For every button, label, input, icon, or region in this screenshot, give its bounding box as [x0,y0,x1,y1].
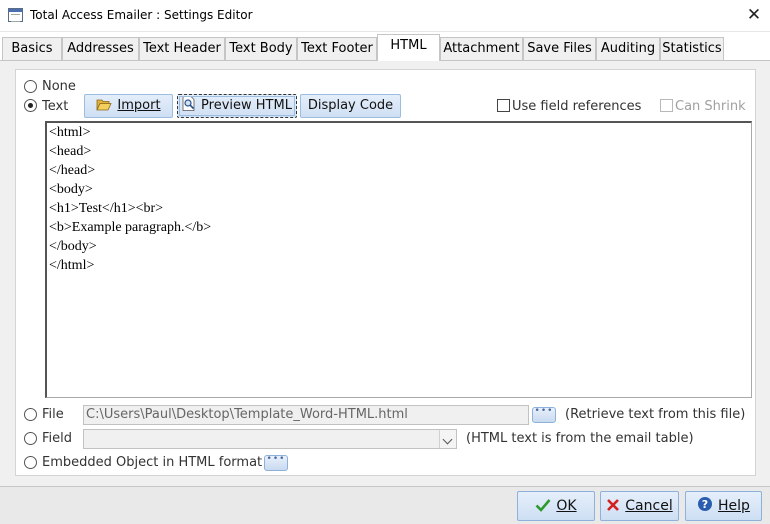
tab-html[interactable]: HTML [377,34,440,61]
tab-save-files[interactable]: Save Files [523,37,596,60]
code-line: <b>Example paragraph.</b> [49,220,212,235]
tab-addresses[interactable]: Addresses [62,37,139,60]
x-cancel-icon [607,499,620,511]
embedded-object-radio[interactable] [24,456,37,469]
code-line: </html> [49,258,95,273]
field-hint: (HTML text is from the email table) [466,431,694,446]
chevron-down-icon [439,430,456,448]
ok-label: OK [556,498,577,514]
help-label: Help [718,498,750,514]
close-icon[interactable]: ✕ [744,4,764,26]
field-radio[interactable] [24,432,37,445]
code-line: </body> [49,239,97,254]
use-field-references-label: Use field references [512,99,642,114]
browse-file-button[interactable] [532,406,556,423]
title-bar: Total Access Emailer : Settings Editor ✕ [0,0,770,32]
file-path-field: C:\Users\Paul\Desktop\Template_Word-HTML… [83,405,529,425]
field-select [83,429,457,449]
app-form-icon [8,8,23,22]
tab-statistics[interactable]: Statistics [660,37,724,60]
tab-basics[interactable]: Basics [2,37,62,60]
tab-text-body[interactable]: Text Body [225,37,297,60]
tab-auditing[interactable]: Auditing [596,37,660,60]
code-line: <head> [49,144,92,159]
embedded-object-button[interactable] [264,454,288,471]
preview-html-button[interactable]: Preview HTML [177,94,297,118]
checkmark-icon [535,499,551,512]
cancel-button[interactable]: Cancel [600,491,679,521]
tab-strip: Basics Addresses Text Header Text Body T… [0,34,770,61]
code-line: <body> [49,182,93,197]
can-shrink-label: Can Shrink [675,99,746,114]
import-button[interactable]: Import [84,94,173,118]
file-hint: (Retrieve text from this file) [565,407,746,422]
embedded-object-label: Embedded Object in HTML format [42,455,263,470]
text-radio[interactable] [24,99,37,112]
ok-button[interactable]: OK [517,491,595,521]
none-radio[interactable] [24,80,37,93]
use-field-references-checkbox[interactable] [497,99,510,112]
help-icon: ? [698,497,713,511]
file-label: File [42,407,64,422]
preview-html-label: Preview HTML [201,98,292,113]
cancel-label: Cancel [625,498,673,514]
code-line: </head> [49,163,96,178]
file-radio[interactable] [24,408,37,421]
dialog-footer: OK Cancel ? Help [0,486,770,524]
field-label: Field [42,431,73,446]
folder-open-icon [96,99,113,111]
help-button[interactable]: ? Help [685,491,762,521]
import-label: Import [117,98,161,113]
html-text-editor[interactable]: <html> <head> </head> <body> <h1>Test</h… [45,121,752,398]
none-label: None [42,79,76,94]
can-shrink-checkbox [660,99,673,112]
code-line: <h1>Test</h1><br> [49,201,164,216]
preview-magnifier-icon [182,96,195,111]
window-title: Total Access Emailer : Settings Editor [30,8,253,22]
tab-attachment[interactable]: Attachment [440,37,523,60]
svg-text:?: ? [702,498,708,511]
display-code-button[interactable]: Display Code [300,94,401,118]
text-label: Text [42,99,69,114]
code-line: <html> [49,125,91,140]
tab-text-header[interactable]: Text Header [139,37,225,60]
tab-text-footer[interactable]: Text Footer [297,37,377,60]
